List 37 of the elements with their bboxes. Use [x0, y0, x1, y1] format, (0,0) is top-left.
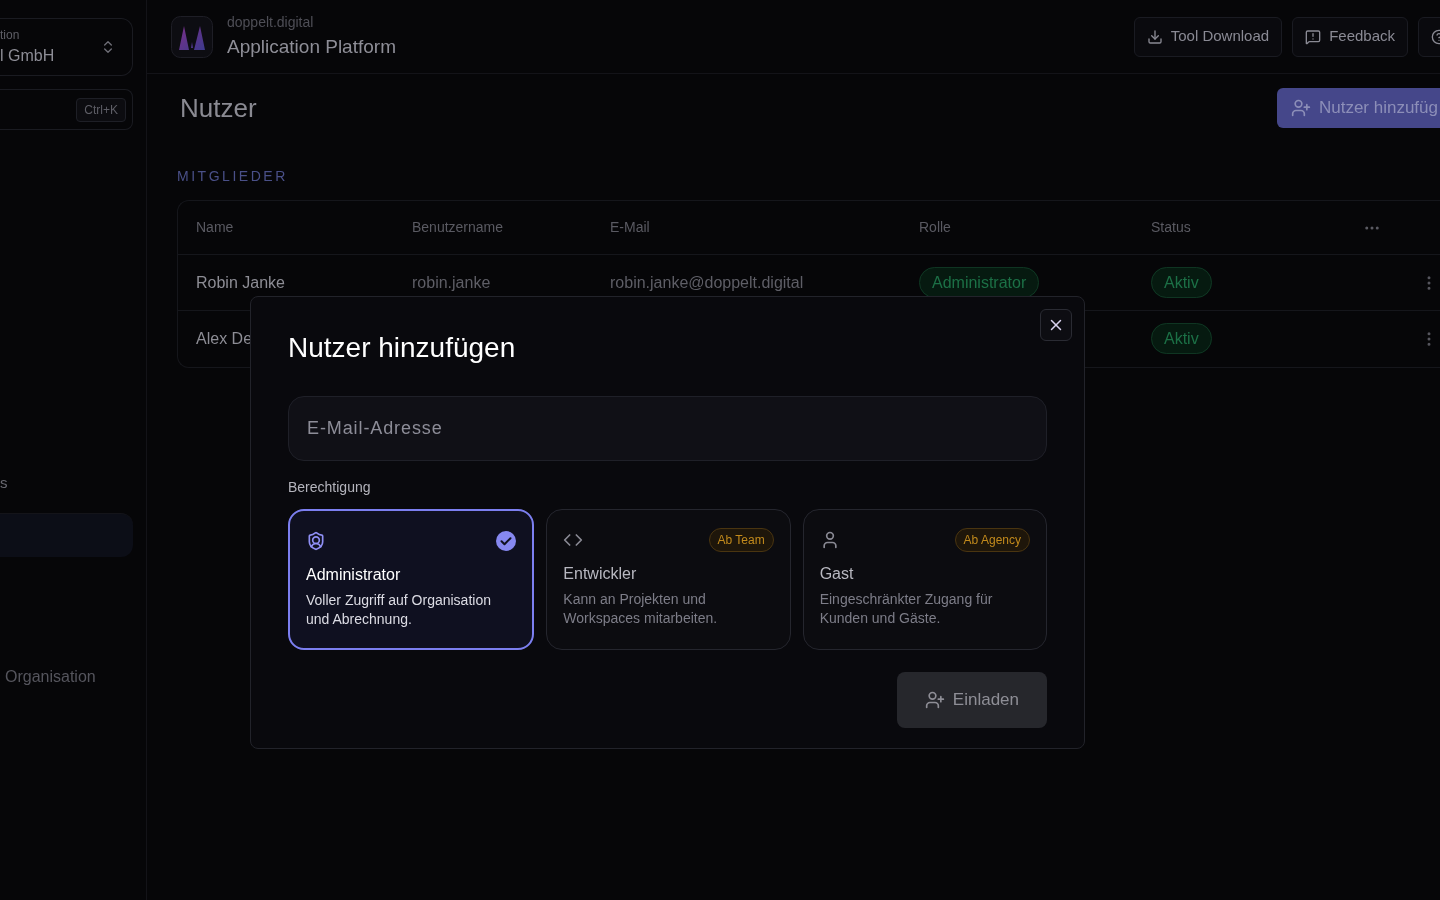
page-title: Nutzer: [180, 91, 257, 125]
plan-badge: Ab Agency: [954, 528, 1030, 552]
org-label: tion: [0, 27, 21, 44]
email-field[interactable]: E-Mail-Adresse: [288, 396, 1047, 461]
role-description: Eingeschränkter Zugang für Kunden und Gäste.: [819, 590, 994, 628]
column-header: Name: [196, 218, 234, 237]
org-name: l GmbH: [0, 46, 55, 66]
role-description: Voller Zugriff auf Organisation und Abrechnung.: [306, 591, 492, 629]
status-badge: Aktiv: [1151, 323, 1212, 354]
search-field[interactable]: Ctrl+K: [0, 89, 133, 130]
brand-name: doppelt.digital: [227, 12, 315, 32]
role-description: Kann an Projekten und Workspaces mitarbeiten.: [563, 590, 719, 628]
role-name: Gast: [819, 564, 855, 584]
dialog-title: Nutzer hinzufügen: [288, 331, 517, 365]
section-heading: MITGLIEDER: [176, 167, 289, 186]
role-name: Administrator: [306, 565, 402, 585]
plan-badge: Ab Team: [708, 528, 774, 552]
role-card[interactable]: Ab Team Entwickler Kann an Projekten und Workspaces mitarbeiten.: [546, 509, 791, 650]
role-card[interactable]: Ab Agency Gast Eingeschränkter Zugang für Kunden und Gäste.: [802, 509, 1047, 650]
name-cell-text: Robin Janke: [196, 272, 285, 293]
role-name: Entwickler: [563, 564, 638, 584]
download-button[interactable]: Tool Download: [1133, 16, 1283, 57]
column-header: Benutzername: [412, 218, 504, 237]
org-switcher[interactable]: tion l GmbH: [0, 18, 133, 76]
column-header: Status: [1151, 218, 1191, 237]
status-badge: Aktiv: [1151, 266, 1212, 298]
email-cell-text: robin.janke@doppelt.digital: [610, 272, 804, 293]
role-badge: Administrator: [919, 266, 1040, 298]
app-title: Application Platform: [227, 34, 396, 59]
nav-item[interactable]: s: [0, 463, 146, 503]
shortcut-key: Ctrl+K: [76, 97, 126, 122]
permission-label: Berechtigung: [288, 478, 372, 497]
column-header: E-Mail: [610, 218, 650, 237]
feedback-button[interactable]: Feedback: [1292, 16, 1408, 57]
username-cell-text: robin.janke: [412, 272, 491, 293]
role-card[interactable]: Administrator Voller Zugriff auf Organisation und Abrechnung.: [288, 509, 535, 650]
column-header: Rolle: [919, 218, 951, 237]
